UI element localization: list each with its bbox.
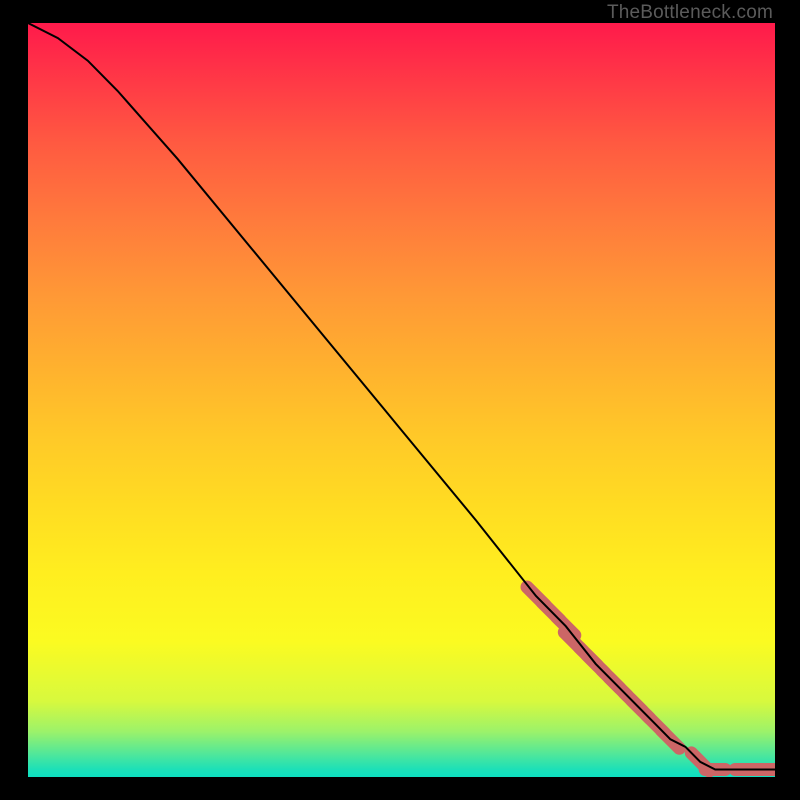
highlight-dot	[587, 655, 605, 673]
highlight-dot	[609, 678, 627, 696]
plot-area	[28, 23, 775, 777]
highlight-dot	[527, 587, 545, 605]
highlight-dot	[542, 602, 560, 620]
highlight-dot	[602, 670, 620, 688]
chart-frame: TheBottleneck.com	[0, 0, 800, 800]
highlight-dot	[624, 693, 642, 711]
watermark-text: TheBottleneck.com	[607, 2, 773, 24]
highlight-dot	[647, 715, 665, 733]
highlight-dot	[564, 632, 582, 650]
highlight-dot	[691, 753, 709, 771]
highlight-dot	[661, 730, 679, 748]
highlight-dot	[579, 647, 597, 665]
main-curve	[28, 23, 775, 770]
highlight-dot	[632, 700, 650, 718]
chart-svg	[28, 23, 775, 777]
highlight-dot	[557, 617, 575, 635]
highlight-dots-layer	[527, 587, 775, 771]
